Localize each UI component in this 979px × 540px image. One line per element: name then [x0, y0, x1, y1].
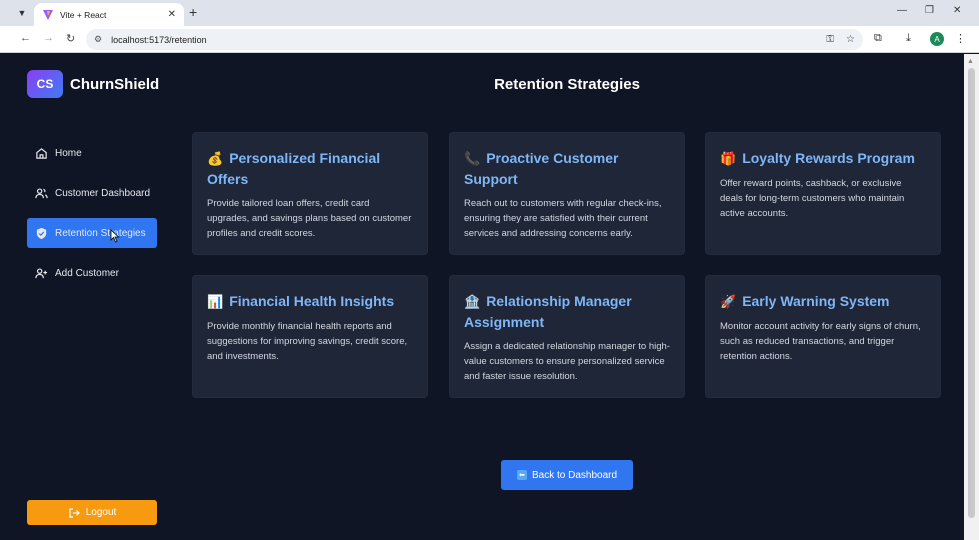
- strategy-card: 📞 Proactive Customer Support Reach out to…: [449, 132, 685, 255]
- rocket-icon: 🚀: [720, 294, 737, 309]
- card-description: Provide tailored loan offers, credit car…: [207, 198, 412, 239]
- card-description: Provide monthly financial health reports…: [207, 321, 408, 362]
- page-title: Retention Strategies: [494, 76, 640, 93]
- download-icon[interactable]: ⤓: [906, 32, 911, 45]
- back-arrow-icon[interactable]: ←: [20, 32, 31, 44]
- strategy-card: 🚀 Early Warning System Monitor account ac…: [705, 275, 941, 398]
- extensions-icon[interactable]: ⧉: [874, 32, 882, 45]
- card-description: Monitor account activity for early signs…: [720, 321, 921, 362]
- card-title-text: Personalized Financial Offers: [207, 150, 381, 187]
- tab-title: Vite + React: [60, 9, 107, 20]
- shield-icon: [36, 227, 47, 239]
- money-bag-icon: 💰: [207, 151, 224, 166]
- card-title: 📞 Proactive Customer Support: [464, 148, 670, 189]
- phone-icon: 📞: [464, 151, 481, 166]
- card-title-text: Financial Health Insights: [229, 293, 395, 309]
- address-bar[interactable]: ⚙ localhost:5173/retention ⚿ ☆: [86, 29, 863, 50]
- strategy-card: 🎁 Loyalty Rewards Program Offer reward po…: [705, 132, 941, 255]
- logout-button[interactable]: Logout: [27, 500, 157, 525]
- sidebar-item-label: Home: [55, 147, 82, 159]
- tab-search-icon[interactable]: ▼: [14, 5, 30, 21]
- mouse-cursor-icon: [110, 229, 120, 243]
- window-close-icon[interactable]: ✕: [953, 5, 961, 16]
- browser-tab[interactable]: Vite + React ✕: [34, 3, 184, 26]
- brand-logo: CS: [27, 70, 63, 98]
- restore-icon[interactable]: ❐: [925, 5, 934, 16]
- forward-arrow-icon[interactable]: →: [43, 32, 54, 44]
- browser-tab-bar: ▼ Vite + React ✕ + — ❐ ✕: [0, 0, 979, 26]
- card-title: 🎁 Loyalty Rewards Program: [720, 148, 926, 169]
- card-title-text: Relationship Manager Assignment: [464, 293, 632, 330]
- site-info-icon[interactable]: ⚙: [94, 34, 102, 45]
- url-text[interactable]: localhost:5173/retention: [111, 35, 814, 45]
- sidebar-item-retention-strategies[interactable]: Retention Strategies: [27, 218, 157, 248]
- home-icon: [36, 147, 47, 159]
- back-arrow-icon: ⬅: [516, 470, 527, 480]
- back-button-label: Back to Dashboard: [531, 469, 618, 481]
- back-to-dashboard-button[interactable]: ⬅ Back to Dashboard: [501, 460, 633, 490]
- card-title: 🚀 Early Warning System: [720, 291, 926, 312]
- minimize-icon[interactable]: —: [897, 5, 907, 16]
- sidebar-item-customer-dashboard[interactable]: Customer Dashboard: [27, 178, 157, 208]
- browser-nav-bar: ← → ↻ ⚙ localhost:5173/retention ⚿ ☆ ⧉ ⤓…: [0, 26, 979, 53]
- sidebar-item-label: Retention Strategies: [55, 227, 146, 239]
- user-plus-icon: [35, 267, 48, 278]
- card-description: Reach out to customers with regular chec…: [464, 198, 662, 239]
- strategy-card: 💰 Personalized Financial Offers Provide t…: [192, 132, 428, 255]
- page-scrollbar[interactable]: ▲: [964, 54, 979, 540]
- reload-icon[interactable]: ↻: [66, 32, 75, 45]
- app-root: CS ChurnShield Home Customer Dashboard R…: [12, 54, 964, 540]
- bar-chart-icon: 📊: [207, 294, 224, 309]
- bank-icon: 🏦: [464, 294, 481, 309]
- strategy-card: 📊 Financial Health Insights Provide month…: [192, 275, 428, 398]
- sidebar-item-label: Add Customer: [55, 267, 119, 279]
- card-title: 🏦 Relationship Manager Assignment: [464, 291, 670, 332]
- card-title-text: Proactive Customer Support: [464, 150, 619, 187]
- card-title: 💰 Personalized Financial Offers: [207, 148, 413, 189]
- sidebar-item-home[interactable]: Home: [27, 138, 157, 168]
- brand-name: ChurnShield: [70, 76, 160, 93]
- card-description: Offer reward points, cashback, or exclus…: [720, 178, 905, 219]
- key-icon[interactable]: ⚿: [826, 34, 834, 45]
- vite-favicon-icon: [43, 9, 53, 20]
- logout-icon: [69, 507, 80, 518]
- tab-close-icon[interactable]: ✕: [168, 9, 176, 20]
- bookmark-star-icon[interactable]: ☆: [846, 34, 855, 45]
- card-title: 📊 Financial Health Insights: [207, 291, 413, 312]
- logout-label: Logout: [85, 507, 117, 518]
- browser-menu-icon[interactable]: ⋮: [955, 32, 966, 45]
- card-title-text: Loyalty Rewards Program: [742, 150, 915, 166]
- new-tab-icon[interactable]: +: [189, 4, 197, 20]
- sidebar-item-label: Customer Dashboard: [55, 187, 151, 199]
- scrollbar-thumb[interactable]: [968, 68, 975, 518]
- gift-icon: 🎁: [720, 151, 737, 166]
- card-title-text: Early Warning System: [742, 293, 890, 309]
- scroll-up-icon[interactable]: ▲: [967, 58, 974, 65]
- sidebar-item-add-customer[interactable]: Add Customer: [27, 258, 157, 288]
- users-icon: [35, 187, 48, 198]
- strategy-card: 🏦 Relationship Manager Assignment Assign …: [449, 275, 685, 398]
- card-description: Assign a dedicated relationship manager …: [464, 341, 670, 382]
- profile-avatar[interactable]: A: [930, 32, 944, 46]
